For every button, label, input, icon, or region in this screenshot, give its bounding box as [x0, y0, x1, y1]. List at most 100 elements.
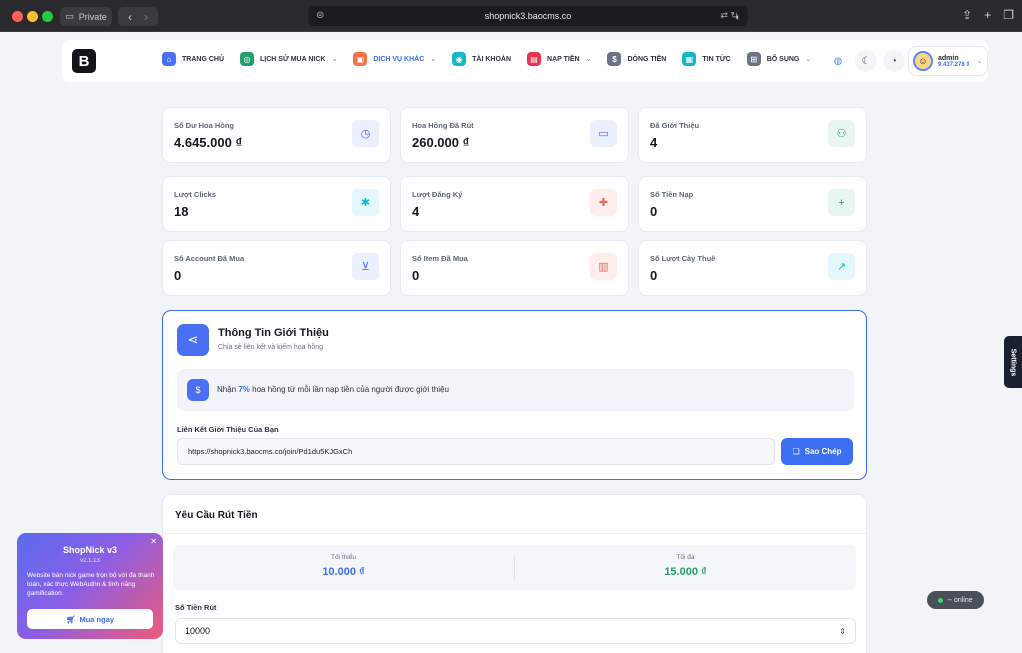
- nav-item[interactable]: $ DÒNG TIỀN: [607, 52, 666, 66]
- settings-tab[interactable]: Settings: [1004, 336, 1022, 388]
- page-settings-icon[interactable]: ⊜: [316, 10, 324, 21]
- nav-item[interactable]: ⌂ TRANG CHỦ: [162, 52, 224, 66]
- back-icon[interactable]: ‹: [128, 10, 132, 24]
- main-menu: ⌂ TRANG CHỦ ◎ LỊCH SỬ MUA NICK ⌄ ▣ DỊCH VỤ KHÁ…: [162, 52, 827, 66]
- commission-percent: 7%: [238, 385, 250, 394]
- stat-card: Lượt Đăng Ký 4 ✚: [400, 176, 629, 232]
- forward-icon[interactable]: ›: [144, 10, 148, 24]
- nav-item[interactable]: ▦ TIN TỨC: [682, 52, 731, 66]
- stat-label: Số Item Đã Mua: [412, 254, 468, 263]
- site-logo[interactable]: B: [72, 49, 96, 73]
- nav-item-label: LỊCH SỬ MUA NICK: [260, 55, 326, 63]
- stat-label: Số Lượt Cày Thuê: [650, 254, 716, 263]
- promo-card: ✕ ShopNick v3 v2.1.13 Website bán nick g…: [17, 533, 163, 639]
- stat-label: Số Account Đã Mua: [174, 254, 245, 263]
- nav-item-label: DÒNG TIỀN: [627, 55, 667, 63]
- amount-value: 10000: [185, 626, 211, 636]
- stat-label: Lượt Clicks: [174, 190, 217, 199]
- top-navbar: B ⌂ TRANG CHỦ ◎ LỊCH SỬ MUA NICK ⌄ ▣ DỊCH VỤ K…: [62, 40, 988, 82]
- private-tab-button[interactable]: ▭ Private: [60, 7, 112, 26]
- stat-value: 260.000 ₫: [412, 135, 470, 150]
- archive-icon: ▥: [590, 253, 617, 280]
- share-icon[interactable]: ⇪: [962, 8, 972, 22]
- copy-label: Sao Chép: [804, 447, 842, 456]
- new-tab-icon[interactable]: +: [984, 8, 991, 22]
- dollar-icon: $: [187, 379, 209, 401]
- user-name: admin: [938, 54, 959, 62]
- stat-value: 18: [174, 204, 189, 219]
- chevron-down-icon: ⌄: [430, 56, 437, 63]
- palette-icon[interactable]: ◔: [883, 50, 905, 72]
- stat-value: 4.645.000 ₫: [174, 135, 243, 150]
- news-icon: ▦: [682, 52, 697, 66]
- nav-item-label: TIN TỨC: [702, 55, 731, 63]
- plus-icon: +: [828, 189, 855, 216]
- referral-title: Thông Tin Giới Thiệu: [218, 327, 329, 339]
- chevron-down-icon: ⌄: [976, 58, 983, 65]
- nav-item[interactable]: ◉ TÀI KHOẢN: [452, 52, 511, 66]
- stat-label: Đã Giới Thiệu: [650, 121, 700, 130]
- nav-item-label: TRANG CHỦ: [182, 55, 224, 63]
- pointer-icon: ✱: [352, 189, 379, 216]
- tab-overview-icon[interactable]: ❐: [1003, 8, 1014, 22]
- stat-card: Số Lượt Cày Thuê 0 ↗: [638, 240, 867, 296]
- promo-title: ShopNick v3: [62, 545, 118, 555]
- stat-card: Số Item Đã Mua 0 ▥: [400, 240, 629, 296]
- close-window-button[interactable]: [12, 11, 23, 22]
- referral-subtitle: Chia sẻ liên kết và kiếm hoa hồng: [218, 344, 324, 351]
- plus-square-icon: ⊞: [746, 52, 761, 66]
- stat-label: Số Tiền Nạp: [650, 190, 694, 199]
- browser-actions: ⇪ + ❐: [962, 8, 1014, 22]
- commission-note: $ Nhận 7% hoa hồng từ mỗi lần nạp tiền c…: [177, 369, 854, 411]
- user-icon: ◉: [452, 52, 467, 66]
- stat-card: Số Tiền Nạp 0 +: [638, 176, 867, 232]
- max-limit: Tối đa 15.000 ₫: [515, 554, 856, 578]
- language-globe-icon[interactable]: ◍: [827, 50, 849, 72]
- user-menu[interactable]: ☺ admin 9.437.278 ₫ ⌄: [908, 46, 988, 76]
- stat-card: Số Account Đã Mua 0 ⊻: [162, 240, 391, 296]
- nav-item[interactable]: ◎ LỊCH SỬ MUA NICK ⌄: [240, 52, 337, 66]
- withdraw-title: Yêu Cầu Rút Tiền: [175, 510, 258, 521]
- referral-panel: ⋖ Thông Tin Giới Thiệu Chia sẻ liên kết …: [162, 310, 867, 480]
- address-bar[interactable]: ⊜ shopnick3.baocms.co ⇄ ↻: [308, 6, 748, 26]
- stat-value: 0: [650, 268, 658, 283]
- share-icon: ⋖: [177, 324, 209, 356]
- note-prefix: Nhận: [217, 385, 239, 394]
- commission-text: Nhận 7% hoa hồng từ mỗi lần nạp tiền của…: [217, 385, 449, 394]
- cart-icon: ⊻: [352, 253, 379, 280]
- clipboard-icon: ❏: [792, 447, 800, 456]
- amount-label: Số Tiền Rút: [175, 603, 217, 612]
- minimize-window-button[interactable]: [27, 11, 38, 22]
- user-balance: 9.437.278 ₫: [938, 61, 970, 68]
- max-value: 15.000 ₫: [664, 566, 707, 578]
- chevron-down-icon: ⌄: [805, 56, 812, 63]
- nav-item[interactable]: ⊞ BỔ SUNG ⌄: [746, 52, 812, 66]
- stat-card: Hoa Hồng Đã Rút 260.000 ₫ ▭: [400, 107, 629, 163]
- maximize-window-button[interactable]: [42, 11, 53, 22]
- card-icon: ▭: [590, 120, 617, 147]
- select-arrows-icon: ⇕: [839, 626, 846, 636]
- nav-item[interactable]: ▣ DỊCH VỤ KHÁC ⌄: [353, 52, 436, 66]
- copy-button[interactable]: ❏ Sao Chép: [781, 438, 853, 465]
- note-suffix: hoa hồng từ mỗi lần nạp tiền của người đ…: [249, 385, 449, 394]
- nav-item[interactable]: ▤ NẠP TIỀN ⌄: [527, 52, 591, 66]
- buy-now-label: Mua ngay: [79, 614, 115, 624]
- nav-item-label: BỔ SUNG: [766, 55, 800, 63]
- buy-now-button[interactable]: 🛒︎ Mua ngay: [27, 609, 153, 629]
- shield-icon[interactable]: ◐: [730, 7, 746, 26]
- withdraw-limits: Tối thiểu 10.000 ₫ Tối đa 15.000 ₫: [173, 545, 856, 590]
- withdraw-panel: Yêu Cầu Rút Tiền Tối thiểu 10.000 ₫ Tối …: [162, 494, 867, 653]
- private-label: Private: [78, 11, 107, 22]
- nav-tools: ◍ ☾ ◔: [827, 50, 905, 72]
- stat-label: Lượt Đăng Ký: [412, 190, 463, 199]
- min-value: 10.000 ₫: [322, 566, 365, 578]
- referral-link-field[interactable]: https://shopnick3.baocms.co/join/Pd1du5K…: [177, 438, 775, 465]
- stat-value: 0: [650, 204, 658, 219]
- home-icon: ⌂: [162, 52, 176, 66]
- browser-chrome: ▭ Private ‹ › ⊜ shopnick3.baocms.co ⇄ ↻ …: [0, 0, 1022, 32]
- amount-select[interactable]: 10000 ⇕: [175, 618, 856, 644]
- stat-value: 4: [412, 204, 420, 219]
- online-dot: [938, 597, 944, 603]
- users-icon: ⚇: [828, 120, 855, 147]
- dark-mode-icon[interactable]: ☾: [855, 50, 877, 72]
